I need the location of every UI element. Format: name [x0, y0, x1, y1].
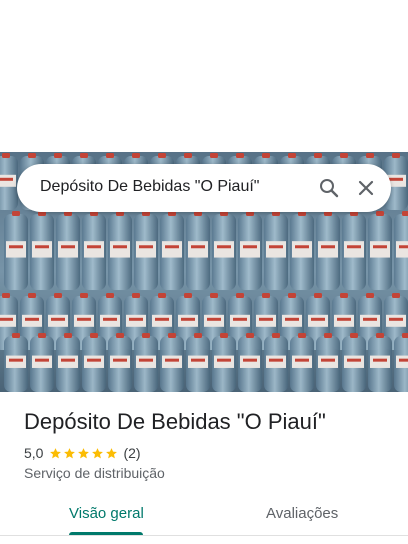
rating-row[interactable]: 5,0 (2) — [24, 444, 141, 462]
close-icon[interactable] — [354, 176, 378, 200]
place-category[interactable]: Serviço de distribuição — [24, 465, 165, 481]
star-icon — [50, 447, 62, 458]
place-title: Depósito De Bebidas "O Piauí" — [24, 409, 326, 434]
divider — [0, 535, 408, 536]
rating-stars — [49, 447, 119, 460]
star-icon — [92, 447, 104, 458]
tab-overview[interactable]: Visão geral — [69, 505, 144, 522]
search-bar[interactable]: Depósito De Bebidas "O Piauí" — [17, 164, 391, 212]
review-count[interactable]: (2) — [123, 445, 140, 461]
star-icon — [106, 447, 118, 458]
search-input[interactable]: Depósito De Bebidas "O Piauí" — [40, 178, 259, 196]
search-icon[interactable] — [317, 176, 341, 200]
tab-reviews[interactable]: Avaliações — [266, 505, 338, 522]
star-icon — [78, 447, 90, 458]
star-icon — [64, 447, 76, 458]
rating-value: 5,0 — [24, 445, 44, 461]
